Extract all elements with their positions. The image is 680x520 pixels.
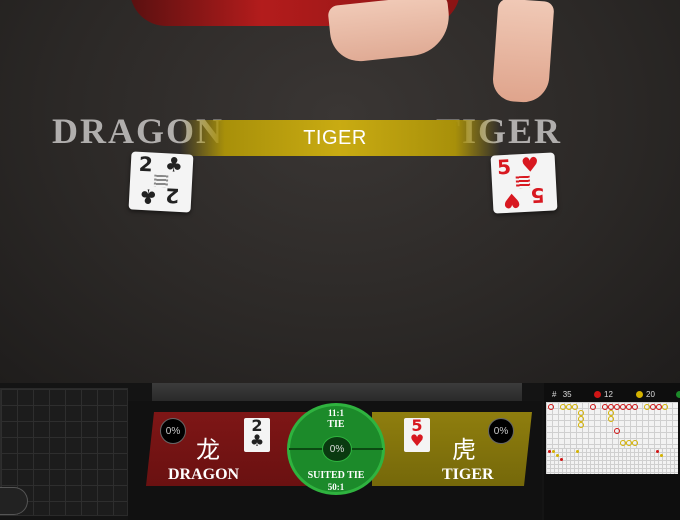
stat-red: 12 [594, 390, 613, 399]
road-mark [662, 404, 668, 410]
suited-tie-label[interactable]: SUITED TIE [287, 470, 385, 481]
dragon-card-rank-bottom: 2 [164, 183, 180, 208]
road-mark [548, 404, 554, 410]
stat-total-value: 35 [562, 390, 572, 399]
heart-icon: ♥ [409, 431, 425, 450]
road-mark [614, 428, 620, 434]
dragon-cn-label: 龙 [196, 436, 220, 464]
tie-odds: 11:1 [327, 408, 344, 418]
green-dot-icon [676, 391, 680, 398]
suited-tie-odds: 50:1 [327, 482, 345, 492]
road-mark [632, 404, 638, 410]
road-dot [576, 450, 579, 453]
road-mark [590, 404, 596, 410]
road-mark [632, 440, 638, 446]
road-mark [608, 416, 614, 422]
red-dot-icon [594, 391, 601, 398]
tie-percent: 0% [322, 436, 352, 462]
tiger-bet-label: TIGER [442, 466, 494, 483]
side-toggle-button[interactable] [0, 487, 28, 515]
tie-label: TIE [327, 419, 345, 430]
dragon-bet-label: DRAGON [168, 466, 240, 483]
dealer-hand-right [491, 0, 555, 104]
road-dot [552, 450, 555, 453]
stat-total-label: # [552, 390, 557, 399]
club-icon: ♣ [249, 431, 265, 450]
winner-banner: TIGER [180, 120, 500, 156]
dealer-hand-left [327, 0, 453, 65]
tiger-cn-label: 虎 [452, 436, 476, 464]
tiger-percent: 0% [488, 418, 514, 444]
tiger-card-rank-bottom: 5 [530, 182, 546, 208]
winner-text: TIGER [303, 126, 367, 149]
road-mark [572, 404, 578, 410]
stat-yellow: 20 [636, 390, 655, 399]
road-dot [656, 450, 659, 453]
live-table-view: DRAGON TIGER TIGER 2 ♣ 2 ♣ 5 ♥ ♥ 5 [0, 0, 680, 383]
club-icon: ♣ [164, 152, 184, 178]
tiger-card-rank: 5 [496, 154, 512, 180]
road-dot [548, 450, 551, 453]
road-dot [560, 458, 563, 461]
dragon-card: 2 ♣ 2 ♣ [128, 151, 194, 213]
tiger-card: 5 ♥ ♥ 5 [490, 152, 558, 214]
dragon-mini-card: 2 ♣ [244, 418, 270, 452]
stat-green [676, 390, 680, 399]
heart-icon: ♥ [502, 188, 522, 214]
tiger-mini-card: 5 ♥ [404, 418, 430, 452]
stat-total: # 35 [552, 390, 572, 399]
stat-yellow-value: 20 [646, 390, 655, 399]
club-icon: ♣ [138, 183, 158, 209]
dragon-card-rank: 2 [138, 151, 154, 177]
bet-strip-header [152, 383, 522, 401]
heart-icon: ♥ [520, 152, 540, 178]
stat-red-value: 12 [604, 390, 613, 399]
road-dot [556, 454, 559, 457]
dragon-percent: 0% [160, 418, 186, 444]
yellow-dot-icon [636, 391, 643, 398]
road-dot [660, 454, 663, 457]
card-center-pattern [515, 175, 531, 189]
road-mark [578, 422, 584, 428]
derived-road [546, 448, 678, 474]
